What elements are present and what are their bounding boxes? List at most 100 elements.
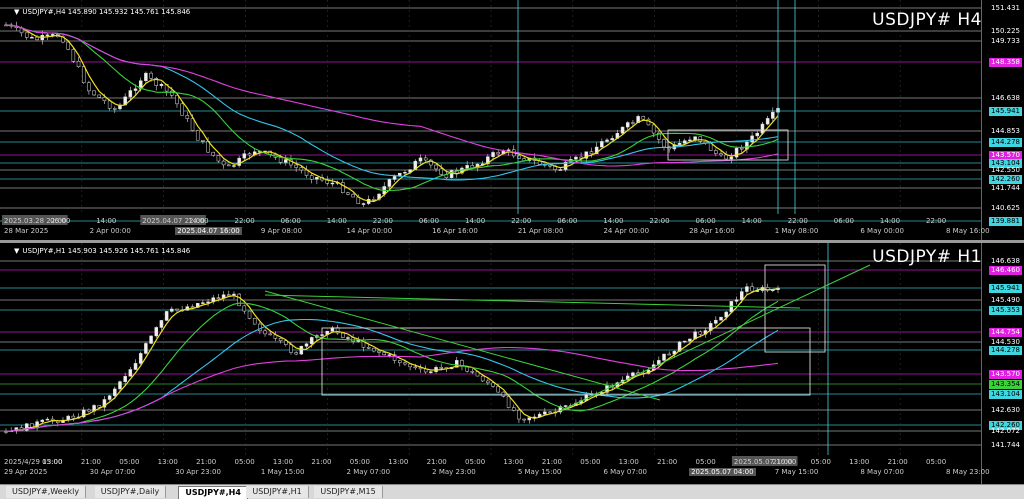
candle-body	[97, 405, 102, 408]
price-level-label: 143.570	[989, 370, 1022, 379]
time-axis-label: 24 Apr 00:00	[603, 227, 650, 235]
candle-body	[278, 157, 283, 163]
candle-body	[175, 308, 179, 311]
candle-body	[107, 100, 112, 109]
collapse-triangle-icon[interactable]: ▼	[14, 247, 19, 255]
time-axis-label: 5 May 15:00	[517, 468, 562, 476]
inline-time-label: 13:00	[158, 458, 178, 466]
candle-body	[403, 172, 407, 174]
candle-body	[170, 90, 174, 96]
candle-body	[439, 367, 443, 369]
candle-body	[480, 375, 485, 382]
candle-body	[563, 405, 568, 407]
candle-body	[470, 370, 475, 373]
price-level-label: 142.260	[989, 175, 1022, 184]
h1-chart-pane[interactable]: 2025/4/29 05:00 13:00 21:00 05:00 13:00 21:00…	[0, 243, 1024, 484]
candle-body	[745, 286, 749, 292]
candle-body	[688, 338, 692, 342]
candle-body	[159, 84, 164, 86]
candle-body	[35, 36, 39, 41]
price-level-label: 145.353	[989, 306, 1022, 315]
candle-body	[346, 192, 350, 195]
ma-slow-line	[5, 24, 779, 181]
price-level-label: 142.550	[991, 166, 1020, 174]
inline-time-label: 13:00	[619, 458, 639, 466]
candle-body	[506, 396, 511, 408]
h4-chart-canvas[interactable]: 2025.03.28 22:0006:00 14:00 2025.04.07 22:…	[0, 0, 982, 226]
price-level-label: 145.941	[989, 284, 1022, 293]
h4-symbol-title: USDJPY# H4	[872, 10, 982, 30]
candle-body	[294, 164, 298, 168]
candle-body	[144, 72, 148, 81]
inline-time-label: 05:00	[465, 458, 485, 466]
time-axis-label: 2 May 07:00	[346, 468, 391, 476]
candle-body	[170, 308, 174, 312]
inline-time-label: 22:00	[235, 217, 255, 225]
candle-body	[682, 140, 687, 144]
candle-body	[739, 147, 744, 150]
candle-body	[92, 90, 96, 96]
price-level-label: 144.278	[989, 346, 1022, 355]
h1-time-axis[interactable]: 29 Apr 2025 30 Apr 07:00 30 Apr 23:00 1 May…	[0, 468, 990, 481]
h1-price-axis[interactable]: 146.638 146.460 145.941 145.490 145.353 144.7…	[981, 243, 1024, 484]
h4-price-axis[interactable]: 151.431 150.225 149.733 148.358 146.638 145.9…	[981, 0, 1024, 240]
chart-tab[interactable]: USDJPY#,M15	[314, 486, 383, 498]
h4-time-axis[interactable]: 28 Mar 2025 2 Apr 00:00 2025.04.07 16:00 9 …	[0, 227, 990, 240]
candle-body	[45, 34, 50, 37]
chart-tab[interactable]: USDJPY#,Weekly	[6, 486, 87, 498]
h4-chart-pane[interactable]: 2025.03.28 22:00 06:00 14:00 2025.04.07 22:…	[0, 0, 1024, 240]
candle-body	[138, 353, 143, 364]
inline-time-label: 21:00	[888, 458, 908, 466]
candle-body	[698, 331, 703, 335]
candle-body	[714, 150, 718, 154]
price-level-label: 141.744	[991, 441, 1020, 449]
candle-body	[242, 305, 247, 312]
chart-tab[interactable]: USDJPY#,H4	[178, 486, 248, 499]
time-axis-label: 2025.05.07 04:00	[689, 468, 756, 476]
candle-body	[185, 115, 190, 119]
inline-time-label: 06:00	[419, 217, 439, 225]
candle-body	[216, 155, 221, 162]
inline-time-label: 06:00	[834, 217, 854, 225]
price-level-label: 144.754	[989, 328, 1022, 337]
candle-body	[646, 118, 651, 126]
h1-chart-canvas[interactable]: 2025/4/29 05:0013:00 21:00 05:00 13:00 21:00…	[0, 243, 982, 467]
candle-body	[703, 141, 708, 143]
candle-body	[242, 153, 247, 159]
price-level-label: 140.625	[991, 204, 1020, 212]
h1-ohlc-info: ▼ USDJPY#,H1 145.903 145.926 145.761 145.…	[14, 247, 191, 255]
inline-time-label: 22:00	[788, 217, 808, 225]
candle-body	[548, 164, 552, 167]
candle-body	[366, 347, 371, 349]
candle-body	[232, 165, 236, 167]
inline-time-label: 05:00	[119, 458, 139, 466]
candle-body	[24, 32, 29, 38]
chart-tab[interactable]: USDJPY#,H1	[246, 486, 309, 498]
candle-body	[739, 291, 744, 300]
candle-body	[232, 293, 236, 296]
candle-body	[512, 407, 516, 411]
ma-mid-line	[5, 300, 779, 432]
candle-body	[341, 332, 345, 338]
candle-body	[159, 320, 164, 328]
price-level-label: 143.354	[989, 380, 1022, 389]
candle-body	[750, 135, 754, 143]
candle-body	[195, 130, 200, 141]
time-axis-label: 30 Apr 07:00	[89, 468, 136, 476]
chart-tab[interactable]: USDJPY#,Daily	[94, 486, 167, 498]
candle-body	[190, 306, 195, 308]
candle-body	[382, 352, 386, 356]
candle-body	[631, 122, 635, 124]
time-axis-label: 6 May 07:00	[603, 468, 648, 476]
inline-time-label: 21:00	[311, 458, 331, 466]
candle-body	[309, 337, 314, 345]
collapse-triangle-icon[interactable]: ▼	[14, 8, 19, 16]
candle-body	[351, 194, 355, 198]
candle-body	[688, 139, 692, 142]
price-level-label: 149.733	[991, 37, 1020, 45]
candle-body	[527, 417, 532, 421]
candle-body	[268, 333, 272, 336]
candle-body	[263, 330, 267, 335]
candle-body	[662, 139, 666, 148]
candle-body	[71, 49, 76, 62]
